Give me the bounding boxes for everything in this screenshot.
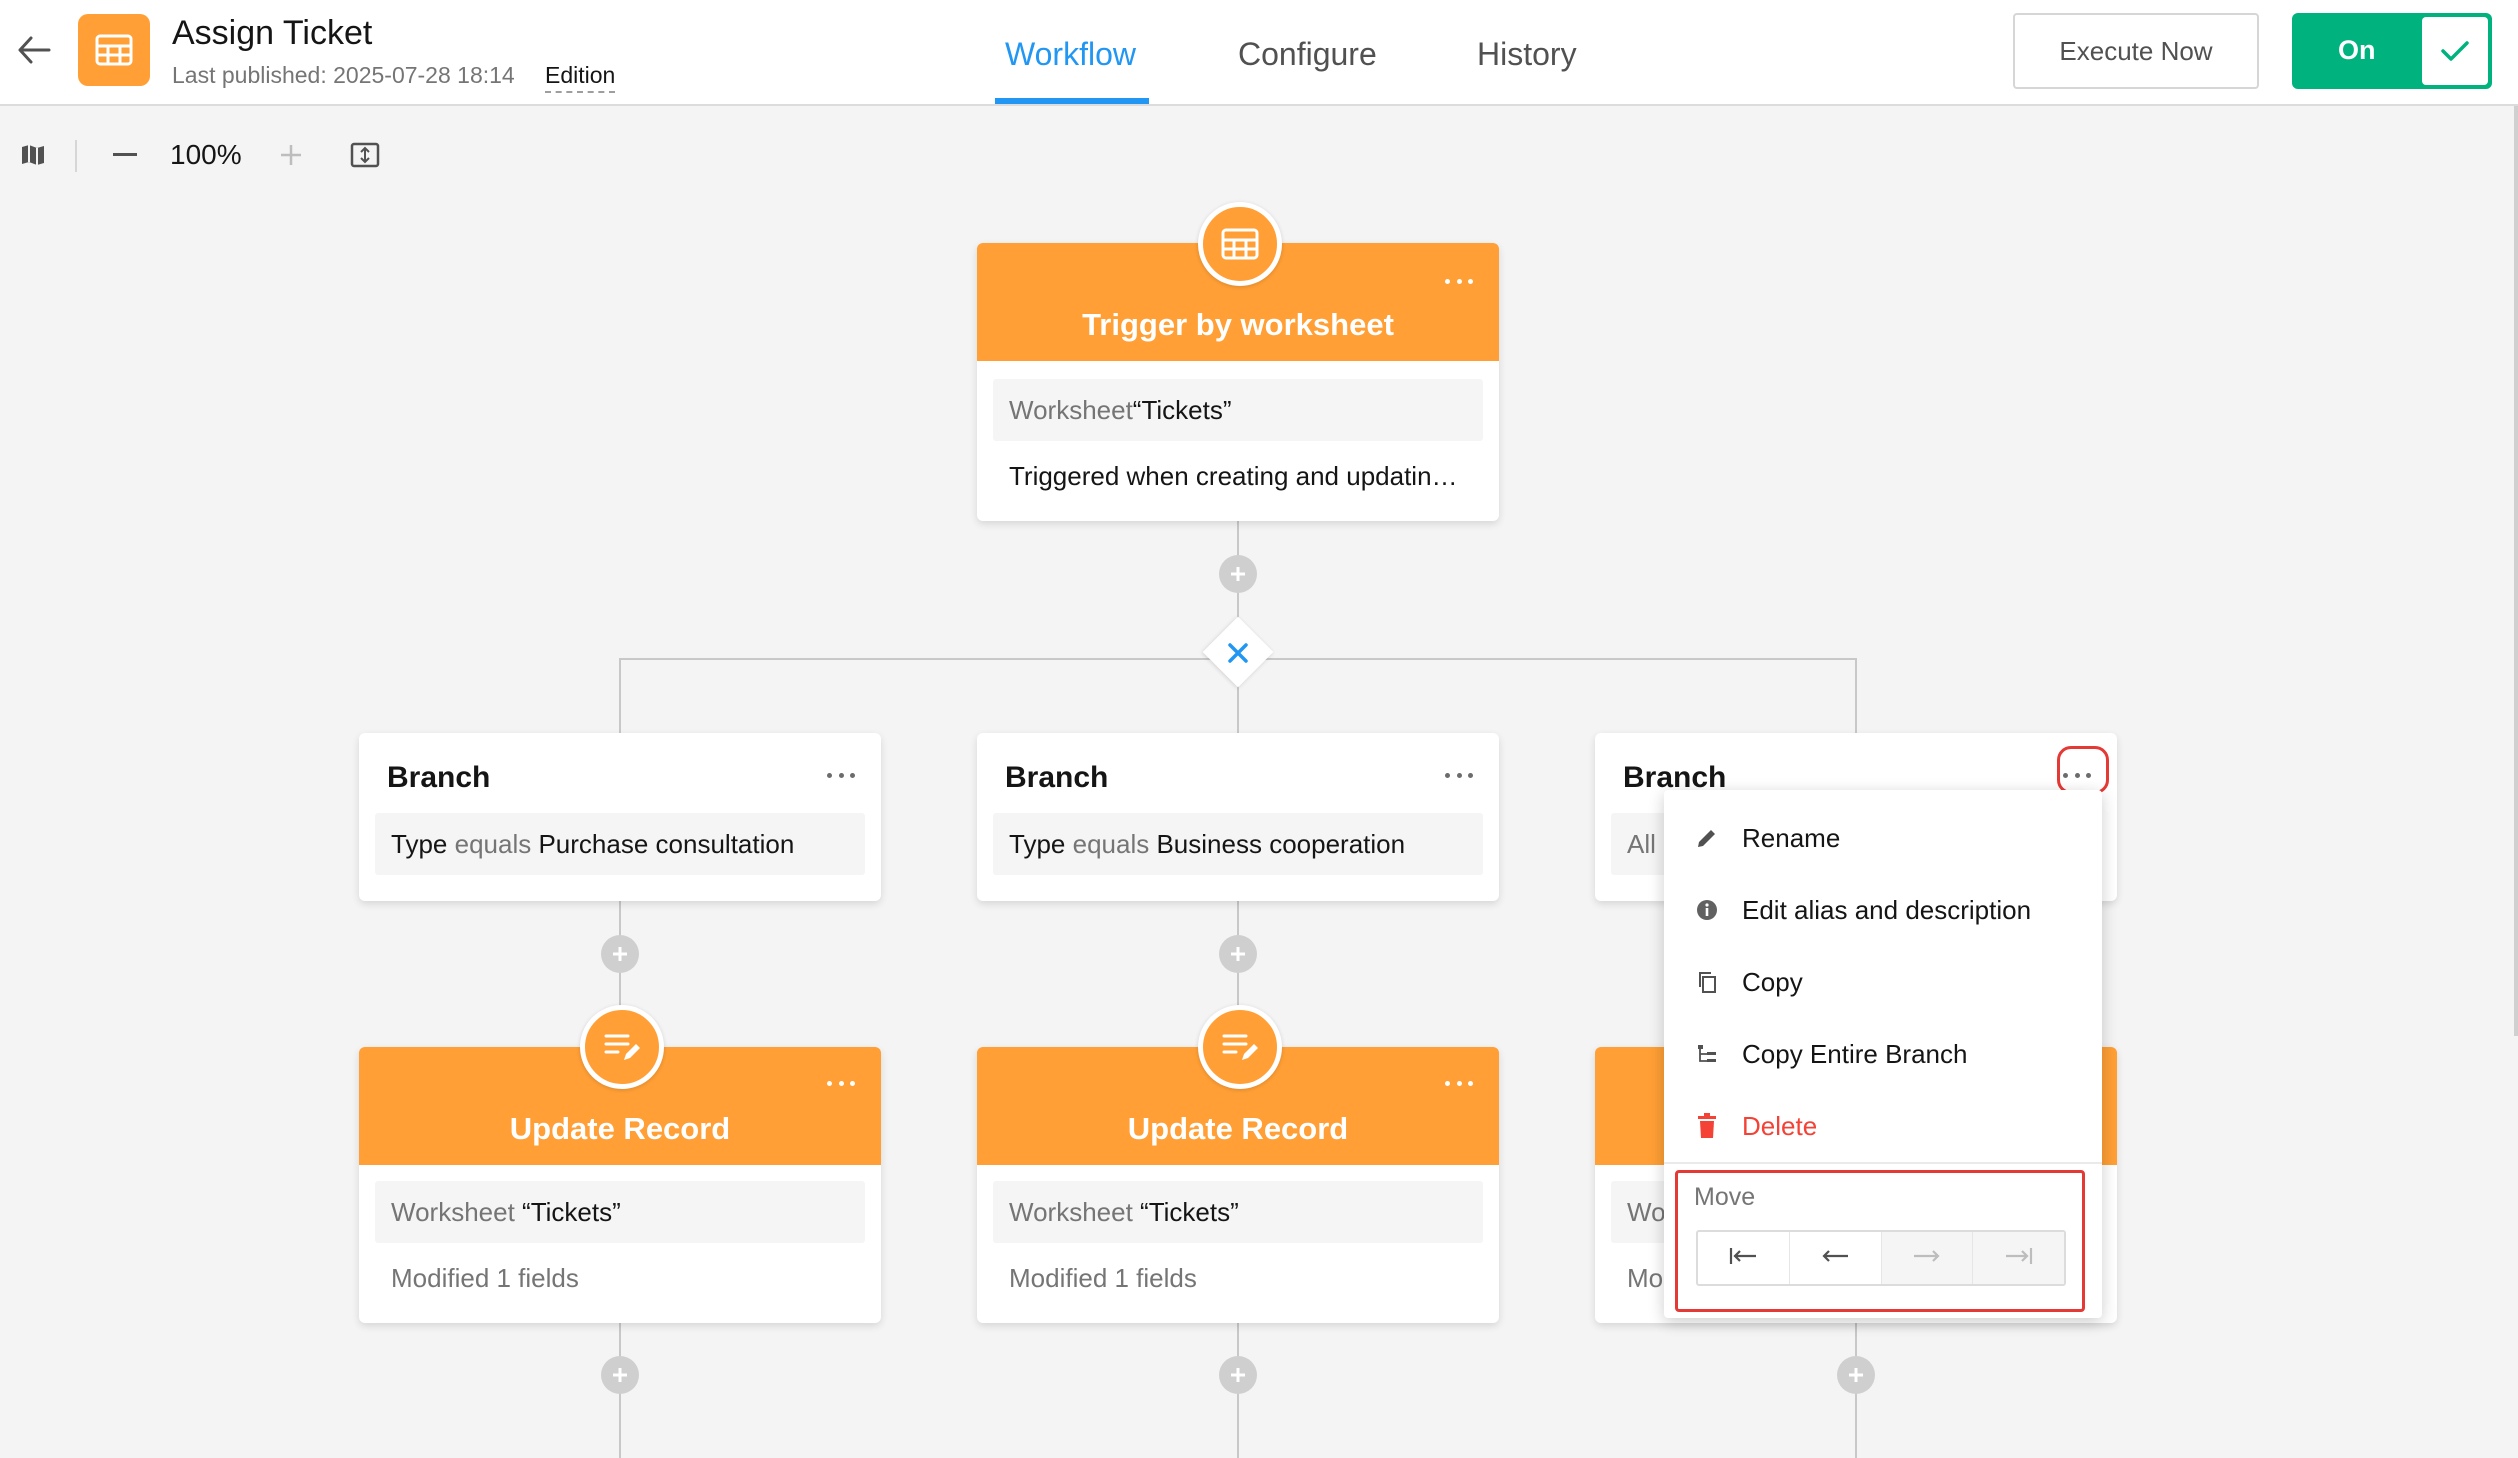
- table-icon: [1198, 202, 1282, 286]
- worksheet-prefix: Worksheet: [1009, 1197, 1133, 1227]
- add-node-plus-icon[interactable]: [1219, 935, 1257, 973]
- add-node-plus-icon[interactable]: [1219, 555, 1257, 593]
- zoom-out-icon[interactable]: [108, 138, 142, 172]
- add-node-plus-icon[interactable]: [1837, 1356, 1875, 1394]
- page-title: Assign Ticket: [172, 14, 373, 52]
- more-icon[interactable]: [821, 765, 861, 785]
- add-node-plus-icon[interactable]: [601, 1356, 639, 1394]
- modified-fields-partial: Mo: [1627, 1263, 1664, 1293]
- branch-title: Branch: [1005, 761, 1109, 794]
- trash-icon: [1692, 1111, 1722, 1141]
- branch-condition: Type equals Purchase consultation: [375, 813, 865, 875]
- branch-node-1[interactable]: Branch Type equals Purchase consultation: [359, 733, 881, 901]
- menu-item-label: Copy: [1742, 966, 1803, 997]
- last-published-text: Last published: 2025-07-28 18:14: [172, 62, 515, 88]
- more-icon[interactable]: [821, 1073, 861, 1093]
- update-node-title: Update Record: [509, 1111, 731, 1146]
- toolbar-divider: [75, 140, 77, 172]
- info-icon: [1692, 895, 1722, 925]
- add-node-plus-icon[interactable]: [601, 935, 639, 973]
- update-worksheet-box: Worksheet “Tickets”: [993, 1181, 1483, 1243]
- worksheet-prefix: Worksheet: [1009, 395, 1133, 425]
- execute-now-button[interactable]: Execute Now: [2013, 13, 2259, 89]
- trigger-worksheet-box: Worksheet“Tickets”: [993, 379, 1483, 441]
- vertical-scrollbar[interactable]: [2514, 106, 2518, 1036]
- menu-item-label: Delete: [1742, 1110, 1818, 1141]
- highlight-move-section: [1675, 1170, 2085, 1312]
- highlight-more-button: [2057, 746, 2109, 794]
- menu-item-label: Copy Entire Branch: [1742, 1038, 1968, 1069]
- minimap-icon[interactable]: [16, 138, 50, 172]
- worksheet-name: “Tickets”: [1132, 395, 1232, 425]
- tab-configure[interactable]: Configure: [1238, 36, 1377, 73]
- back-arrow-icon[interactable]: [14, 30, 54, 70]
- enable-toggle[interactable]: On: [2292, 13, 2492, 89]
- menu-item-rename[interactable]: Rename: [1664, 802, 2102, 874]
- menu-item-delete[interactable]: Delete: [1664, 1090, 2102, 1162]
- more-icon[interactable]: [1439, 1073, 1479, 1093]
- condition-field: Type: [391, 829, 448, 859]
- edit-record-icon: [1198, 1005, 1282, 1089]
- update-worksheet-box: Worksheet “Tickets”: [375, 1181, 865, 1243]
- trigger-description: Triggered when creating and updatin…: [1009, 461, 1458, 491]
- copy-icon: [1692, 967, 1722, 997]
- fit-screen-icon[interactable]: [346, 138, 384, 172]
- worksheet-prefix: Worksheet: [391, 1197, 515, 1227]
- active-tab-indicator: [995, 98, 1149, 104]
- menu-item-edit-alias[interactable]: Edit alias and description: [1664, 874, 2102, 946]
- worksheet-name: “Tickets”: [1140, 1197, 1239, 1227]
- pencil-icon: [1692, 823, 1722, 853]
- tree-icon: [1692, 1039, 1722, 1069]
- worksheet-name: “Tickets”: [522, 1197, 621, 1227]
- edition-link[interactable]: Edition: [545, 62, 616, 93]
- condition-value: Business cooperation: [1156, 829, 1406, 859]
- zoom-in-icon[interactable]: [274, 138, 308, 172]
- more-icon[interactable]: [1439, 765, 1479, 785]
- menu-item-label: Rename: [1742, 822, 1841, 853]
- update-node-title: Update Record: [1127, 1111, 1349, 1146]
- tab-workflow[interactable]: Workflow: [1005, 36, 1136, 73]
- condition-operator: equals: [454, 829, 532, 859]
- branch-condition: Type equals Business cooperation: [993, 813, 1483, 875]
- menu-item-label: Edit alias and description: [1742, 894, 2032, 925]
- close-x-icon[interactable]: [1221, 636, 1255, 670]
- condition-operator: equals: [1072, 829, 1150, 859]
- condition-field: Type: [1009, 829, 1066, 859]
- trigger-node-title: Trigger by worksheet: [1082, 307, 1394, 342]
- worksheet-partial: Wo: [1627, 1197, 1666, 1227]
- condition-partial: All: [1627, 829, 1656, 859]
- menu-item-copy-entire-branch[interactable]: Copy Entire Branch: [1664, 1018, 2102, 1090]
- add-node-plus-icon[interactable]: [1219, 1356, 1257, 1394]
- tab-history[interactable]: History: [1477, 36, 1577, 73]
- more-icon[interactable]: [1439, 271, 1479, 291]
- branch-title: Branch: [387, 761, 491, 794]
- toggle-label: On: [2338, 35, 2376, 65]
- menu-item-copy[interactable]: Copy: [1664, 946, 2102, 1018]
- edit-record-icon: [580, 1005, 664, 1089]
- top-header: Assign Ticket Last published: 2025-07-28…: [0, 0, 2518, 106]
- menu-divider: [1664, 1162, 2102, 1164]
- condition-value: Purchase consultation: [538, 829, 795, 859]
- app-table-icon: [78, 14, 150, 86]
- modified-fields: Modified 1 fields: [391, 1263, 579, 1293]
- modified-fields: Modified 1 fields: [1009, 1263, 1197, 1293]
- check-icon: [2422, 17, 2488, 85]
- zoom-level: 100%: [170, 139, 242, 170]
- branch-node-2[interactable]: Branch Type equals Business cooperation: [977, 733, 1499, 901]
